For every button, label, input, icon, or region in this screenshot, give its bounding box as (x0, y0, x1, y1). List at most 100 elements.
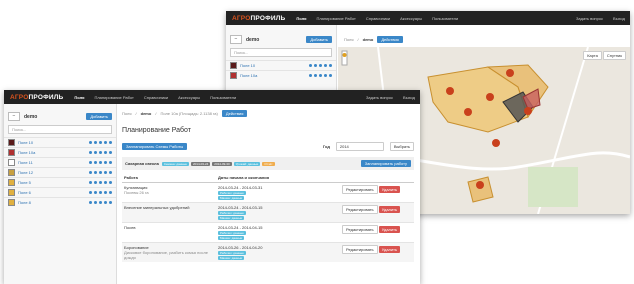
delete-icon[interactable] (329, 74, 332, 77)
delete-icon[interactable] (109, 161, 112, 164)
pin-icon[interactable] (99, 181, 102, 184)
nav-fields[interactable]: Поля (291, 16, 311, 21)
view-icon[interactable] (89, 141, 92, 144)
field-name[interactable]: Поле 10а (18, 150, 89, 155)
chart-icon[interactable] (94, 171, 97, 174)
delete-work-button[interactable]: Удалить (378, 226, 401, 233)
chart-icon[interactable] (94, 181, 97, 184)
pin-icon[interactable] (99, 171, 102, 174)
field-row[interactable]: Поле 12 (4, 167, 116, 177)
view-icon[interactable] (89, 161, 92, 164)
delete-icon[interactable] (109, 201, 112, 204)
nav-users[interactable]: Пользователи (205, 95, 241, 100)
field-row[interactable]: Поле 10a (226, 70, 336, 80)
select-button[interactable]: Выбрать (389, 142, 414, 151)
field-name[interactable]: Поле 6 (18, 190, 89, 195)
field-name[interactable]: Поле 5 (18, 180, 89, 185)
pin-icon[interactable] (99, 161, 102, 164)
chart-icon[interactable] (314, 74, 317, 77)
field-row[interactable]: Поле 10 (4, 137, 116, 147)
add-field-button[interactable]: Добавить (306, 36, 332, 43)
nav-logout[interactable]: Выход (398, 95, 420, 100)
field-name[interactable]: Поле 10 (18, 140, 89, 145)
edit-icon[interactable] (104, 151, 107, 154)
pin-icon[interactable] (99, 201, 102, 204)
chart-icon[interactable] (314, 64, 317, 67)
edit-icon[interactable] (104, 191, 107, 194)
chart-icon[interactable] (94, 151, 97, 154)
chart-icon[interactable] (94, 191, 97, 194)
field-row[interactable]: Поле 5 (4, 177, 116, 187)
delete-work-button[interactable]: Удалить (378, 206, 401, 213)
edit-work-button[interactable]: Редактировать (342, 205, 378, 214)
pin-icon[interactable] (99, 151, 102, 154)
edit-work-button[interactable]: Редактировать (342, 225, 378, 234)
field-row[interactable]: Поле 6 (4, 187, 116, 197)
collapse-button[interactable]: − (230, 35, 242, 44)
add-work-button[interactable]: Запланировать работу (360, 160, 411, 167)
app-logo[interactable]: АГРОПРОФИЛЬ (4, 94, 69, 101)
nav-accessories[interactable]: Аксессуары (395, 16, 427, 21)
pin-icon[interactable] (99, 141, 102, 144)
actions-dropdown[interactable]: Действия (377, 36, 403, 43)
crumb-farm[interactable]: demo (141, 111, 152, 116)
delete-icon[interactable] (109, 191, 112, 194)
view-icon[interactable] (89, 151, 92, 154)
delete-icon[interactable] (109, 171, 112, 174)
view-icon[interactable] (89, 191, 92, 194)
nav-planning[interactable]: Планирование Работ (89, 95, 138, 100)
nav-users[interactable]: Пользователи (427, 16, 463, 21)
crumb-farm[interactable]: demo (363, 37, 374, 42)
chart-icon[interactable] (94, 161, 97, 164)
edit-work-button[interactable]: Редактировать (342, 185, 378, 194)
field-row[interactable]: Поле 8 (4, 197, 116, 207)
add-field-button[interactable]: Добавить (86, 113, 112, 120)
actions-dropdown[interactable]: Действия (221, 110, 248, 117)
edit-icon[interactable] (324, 74, 327, 77)
edit-work-button[interactable]: Редактировать (342, 245, 378, 254)
nav-accessories[interactable]: Аксессуары (173, 95, 205, 100)
nav-planning[interactable]: Планирование Работ (311, 16, 360, 21)
edit-icon[interactable] (104, 181, 107, 184)
field-name[interactable]: Поле 12 (18, 170, 89, 175)
app-logo[interactable]: АГРОПРОФИЛЬ (226, 15, 291, 22)
view-icon[interactable] (309, 64, 312, 67)
delete-work-button[interactable]: Удалить (378, 186, 401, 193)
field-search-input[interactable]: Поиск... (8, 125, 112, 134)
field-name[interactable]: Поле 8 (18, 200, 89, 205)
pin-icon[interactable] (319, 64, 322, 67)
field-row[interactable]: Поле 10а (4, 147, 116, 157)
view-icon[interactable] (89, 201, 92, 204)
field-name[interactable]: Поле 10a (240, 73, 309, 78)
nav-references[interactable]: Справочники (139, 95, 173, 100)
year-select[interactable]: 2014 (335, 142, 384, 151)
nav-references[interactable]: Справочники (361, 16, 395, 21)
nav-logout[interactable]: Выход (608, 16, 630, 21)
delete-icon[interactable] (329, 64, 332, 67)
delete-icon[interactable] (109, 141, 112, 144)
view-icon[interactable] (89, 181, 92, 184)
collapse-button[interactable]: − (8, 112, 20, 121)
field-row[interactable]: Поле 10 (226, 60, 336, 70)
edit-icon[interactable] (104, 201, 107, 204)
field-search-input[interactable]: Поиск... (230, 48, 332, 57)
map-type-satellite[interactable]: Спутник (602, 51, 626, 60)
nav-fields[interactable]: Поля (69, 95, 89, 100)
delete-icon[interactable] (109, 181, 112, 184)
nav-ask-question[interactable]: Задать вопрос (361, 95, 398, 100)
edit-icon[interactable] (104, 141, 107, 144)
map-type-map[interactable]: Карта (583, 51, 602, 60)
edit-icon[interactable] (324, 64, 327, 67)
pin-icon[interactable] (319, 74, 322, 77)
delete-icon[interactable] (109, 151, 112, 154)
delete-work-button[interactable]: Удалить (378, 246, 401, 253)
view-icon[interactable] (309, 74, 312, 77)
field-name[interactable]: Поле 10 (240, 63, 309, 68)
crumb-fields[interactable]: Поля (344, 37, 354, 42)
edit-icon[interactable] (104, 161, 107, 164)
field-name[interactable]: Поле 11 (18, 160, 89, 165)
plan-scheme-button[interactable]: Запланировать Схемы Работы (122, 143, 188, 150)
chart-icon[interactable] (94, 141, 97, 144)
pin-icon[interactable] (99, 191, 102, 194)
view-icon[interactable] (89, 171, 92, 174)
